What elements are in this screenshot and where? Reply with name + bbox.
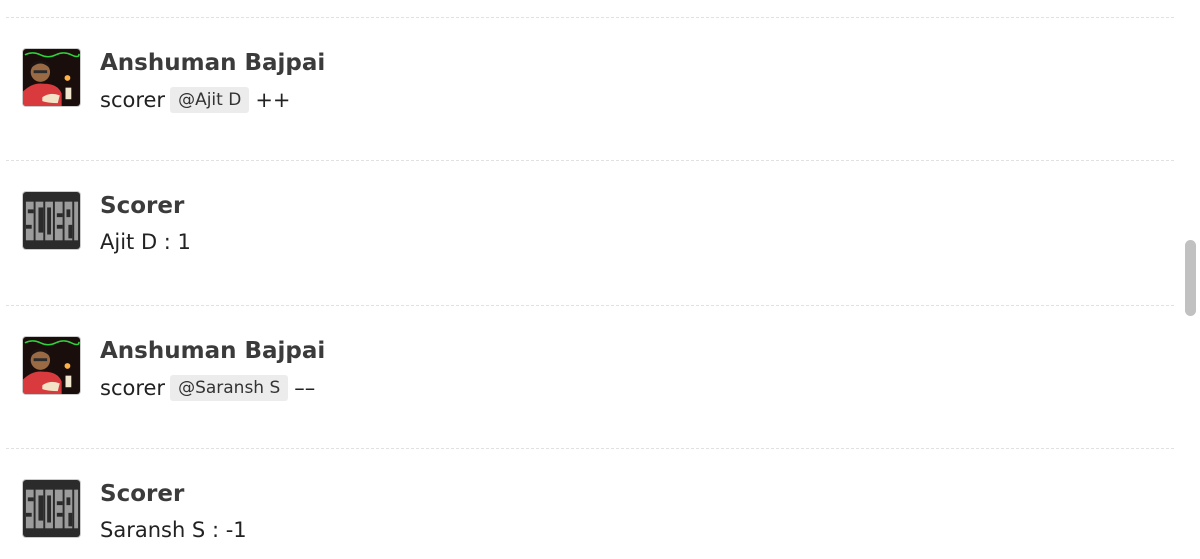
message-author[interactable]: Anshuman Bajpai <box>100 336 325 366</box>
chat-message: Scorer Saransh S : -1 <box>22 479 1162 549</box>
scrollbar-thumb[interactable] <box>1185 240 1196 316</box>
message-author[interactable]: Scorer <box>100 479 184 509</box>
message-divider <box>6 160 1174 161</box>
user-photo-icon <box>23 49 80 106</box>
message-body: scorer @Saransh S –– <box>100 372 315 403</box>
chat-message: Anshuman Bajpai scorer @Saransh S –– <box>22 336 1162 406</box>
scorer-logo-icon <box>23 480 80 537</box>
message-operator-text: –– <box>294 376 316 400</box>
user-mention-tag[interactable]: @Saransh S <box>170 375 289 401</box>
user-mention-tag[interactable]: @Ajit D <box>170 87 250 113</box>
user-photo-avatar[interactable] <box>22 336 81 395</box>
user-photo-avatar[interactable] <box>22 48 81 107</box>
user-photo-icon <box>23 337 80 394</box>
message-body: scorer @Ajit D ++ <box>100 84 291 115</box>
scorer-logo-avatar[interactable] <box>22 191 81 250</box>
chat-message: Anshuman Bajpai scorer @Ajit D ++ <box>22 48 1162 118</box>
chat-message: Scorer Ajit D : 1 <box>22 191 1162 261</box>
message-divider <box>6 17 1174 18</box>
message-operator-text: ++ <box>255 88 291 112</box>
message-divider <box>6 305 1174 306</box>
message-divider <box>6 448 1174 449</box>
message-body: Saransh S : -1 <box>100 518 247 542</box>
scorer-logo-avatar[interactable] <box>22 479 81 538</box>
scorer-logo-icon <box>23 192 80 249</box>
message-body: Ajit D : 1 <box>100 230 191 254</box>
message-command-text: scorer <box>100 376 166 400</box>
message-author[interactable]: Anshuman Bajpai <box>100 48 325 78</box>
message-command-text: scorer <box>100 88 166 112</box>
vertical-scrollbar[interactable] <box>1180 0 1200 559</box>
message-author[interactable]: Scorer <box>100 191 184 221</box>
chat-message-list: Anshuman Bajpai scorer @Ajit D ++ Scorer… <box>0 0 1200 559</box>
